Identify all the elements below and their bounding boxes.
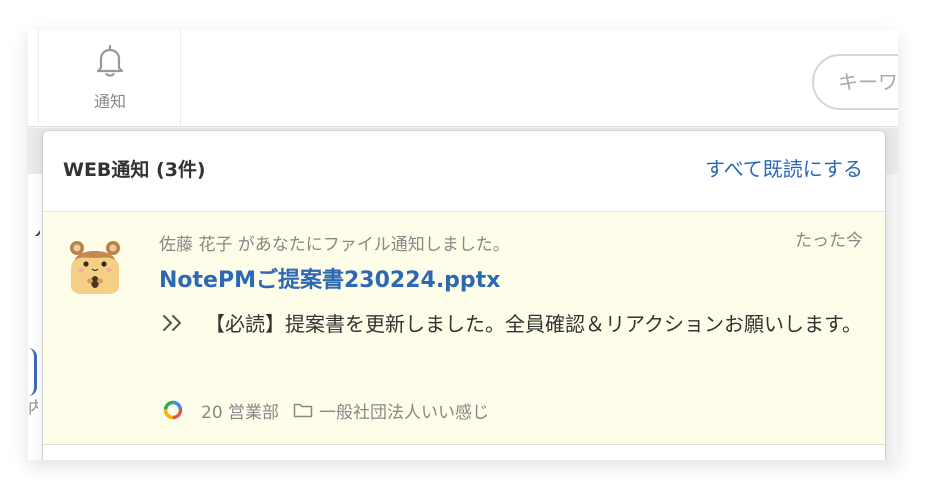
top-bar: 通知 [28,30,898,127]
notification-message: 【必読】提案書を更新しました。全員確認＆リアクションお願いします。 [205,312,862,336]
notification-label: 通知 [93,92,126,111]
notification-time: たった今 [795,231,863,251]
dropdown-title: WEB通知 (3件) [63,159,206,181]
hamster-avatar [70,241,120,294]
notification-button[interactable]: 通知 [40,30,181,126]
department-ring-icon [163,400,183,420]
dropdown-header: WEB通知 (3件) すべて既読にする [43,131,885,212]
background-text-fragment: 内 [28,398,38,416]
background-progress-fragment [28,348,37,396]
app-window: 通知 ノ 内 WEB通知 (3件) すべて既読にする [28,30,898,460]
file-link[interactable]: NotePMご提案書230224.pptx [159,262,500,294]
workspace-label[interactable]: 一般社団法人いい感じ [319,398,489,423]
notification-meta: 20 営業部 一般社団法人いい感じ [163,398,489,423]
web-notification-dropdown: WEB通知 (3件) すべて既読にする 佐藤 花子 があなたにファイル通知しまし… [42,130,886,460]
divider [38,30,39,126]
department-label[interactable]: 20 営業部 [201,398,279,423]
mark-all-read-link[interactable]: すべて既読にする [705,153,863,182]
bell-icon [96,44,124,77]
notification-item[interactable]: 佐藤 花子 があなたにファイル通知しました。 たった今 NotePMご提案書23… [43,212,885,445]
double-chevron-icon [163,315,181,331]
folder-icon [293,403,313,418]
notification-sender: 佐藤 花子 があなたにファイル通知しました。 [159,235,510,255]
background-text-fragment: ノ [28,220,40,236]
search-input[interactable] [812,54,898,110]
